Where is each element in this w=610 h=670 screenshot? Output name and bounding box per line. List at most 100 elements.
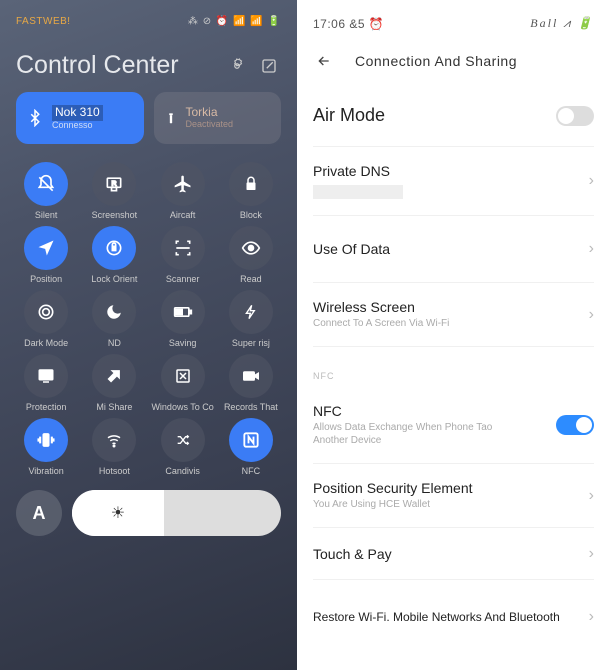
page-title: Control Center	[16, 51, 217, 80]
touch-pay-row[interactable]: Touch & Pay ›	[313, 528, 594, 580]
nfc-category: NFC	[297, 347, 610, 387]
battery-icon	[161, 290, 205, 334]
toggle-label: Position	[30, 274, 62, 284]
eye-icon	[229, 226, 273, 270]
edit-icon[interactable]	[257, 54, 281, 78]
position-security-row[interactable]: Position Security Element You Are Using …	[313, 464, 594, 528]
toggle-mi-share[interactable]: Mi Share	[82, 354, 146, 412]
settings-icon[interactable]	[225, 54, 249, 78]
torch-icon	[164, 109, 178, 127]
wireless-sub: Connect To A Screen Via Wi-Fi	[313, 317, 449, 330]
bolt-icon	[229, 290, 273, 334]
restore-label: Restore Wi-Fi. Mobile Networks And Bluet…	[313, 610, 560, 624]
chevron-right-icon: ›	[589, 306, 594, 324]
toggle-records-that[interactable]: Records That	[219, 354, 283, 412]
toggle-label: NFC	[242, 466, 261, 476]
bluetooth-icon	[26, 109, 44, 127]
private-dns-row[interactable]: Private DNS ›	[313, 147, 594, 216]
share-icon	[92, 354, 136, 398]
touch-pay-label: Touch & Pay	[313, 546, 392, 562]
nav-header: Connection And Sharing	[297, 35, 610, 93]
toggle-label: Scanner	[166, 274, 200, 284]
toggle-label: Aircaft	[170, 210, 196, 220]
toggle-label: Silent	[35, 210, 58, 220]
nfc-icon	[229, 418, 273, 462]
bell-slash-icon	[24, 162, 68, 206]
toggle-screenshot[interactable]: R Screenshot	[82, 162, 146, 220]
screenshot-icon: R	[92, 162, 136, 206]
camera-icon	[229, 354, 273, 398]
location-icon	[24, 226, 68, 270]
bluetooth-sub: Connesso	[52, 121, 103, 131]
air-mode-row[interactable]: Air Mode	[313, 93, 594, 147]
toggle-label: Hotsoot	[99, 466, 130, 476]
toggle-position[interactable]: Position	[14, 226, 78, 284]
back-icon[interactable]	[313, 53, 335, 69]
pos-sec-label: Position Security Element	[313, 480, 473, 496]
svg-text:R: R	[112, 181, 117, 188]
toggle-label: Records That	[224, 402, 278, 412]
air-mode-switch[interactable]	[556, 106, 594, 126]
nfc-sub: Allows Data Exchange When Phone Tao Anot…	[313, 421, 523, 447]
toggle-hotsoot[interactable]: Hotsoot	[82, 418, 146, 476]
chevron-right-icon: ›	[589, 172, 594, 190]
wifi-icon	[92, 418, 136, 462]
toggle-label: Lock Orient	[91, 274, 137, 284]
toggle-label: Vibration	[28, 466, 63, 476]
toggle-read[interactable]: Read	[219, 226, 283, 284]
moon-icon	[92, 290, 136, 334]
screen-icon	[24, 354, 68, 398]
control-center-panel: FASTWEB! ⁂ ⊘ ⏰ 📶 📶 🔋 Control Center Nok …	[0, 0, 297, 670]
toggle-vibration[interactable]: Vibration	[14, 418, 78, 476]
font-size-button[interactable]: A	[16, 490, 62, 536]
toggle-nd[interactable]: ND	[82, 290, 146, 348]
chevron-right-icon: ›	[589, 545, 594, 563]
toggle-label: Mi Share	[96, 402, 132, 412]
toggle-super-risj[interactable]: Super risj	[219, 290, 283, 348]
toggle-windows-to-co[interactable]: Windows To Co	[151, 354, 215, 412]
toggle-label: ND	[108, 338, 121, 348]
toggle-label: Block	[240, 210, 262, 220]
lock-orient-icon	[92, 226, 136, 270]
toggles-grid: Silent R Screenshot Aircaft Block Position Loc…	[0, 158, 297, 476]
bluetooth-title: Nok 310	[52, 105, 103, 120]
bottom-controls: A ☀	[0, 476, 297, 536]
scanner-icon	[161, 226, 205, 270]
toggle-aircaft[interactable]: Aircaft	[151, 162, 215, 220]
private-dns-label: Private DNS	[313, 163, 403, 179]
nfc-label: NFC	[313, 403, 523, 419]
settings-panel: 17:06 &5 ⏰ Ball ⩘ 🔋 Connection And Shari…	[297, 0, 610, 670]
bluetooth-tile[interactable]: Nok 310 Connesso	[16, 92, 144, 144]
vibrate-icon	[24, 418, 68, 462]
quick-tiles: Nok 310 Connesso Torkia Deactivated	[0, 92, 297, 158]
brightness-slider[interactable]: ☀	[72, 490, 281, 536]
toggle-scanner[interactable]: Scanner	[151, 226, 215, 284]
dark-icon	[24, 290, 68, 334]
toggle-block[interactable]: Block	[219, 162, 283, 220]
toggle-silent[interactable]: Silent	[14, 162, 78, 220]
torch-tile[interactable]: Torkia Deactivated	[154, 92, 282, 144]
toggle-label: Protection	[26, 402, 67, 412]
carrier-label: FASTWEB!	[16, 16, 71, 27]
use-of-data-row[interactable]: Use Of Data ›	[313, 216, 594, 283]
toggle-protection[interactable]: Protection	[14, 354, 78, 412]
toggle-label: Read	[240, 274, 262, 284]
air-mode-label: Air Mode	[313, 105, 385, 126]
nfc-row[interactable]: NFC Allows Data Exchange When Phone Tao …	[313, 387, 594, 464]
toggle-lock-orient[interactable]: Lock Orient	[82, 226, 146, 284]
status-right: Ball ⩘ 🔋	[530, 16, 594, 31]
status-icons: ⁂ ⊘ ⏰ 📶 📶 🔋	[188, 16, 281, 27]
toggle-label: Dark Mode	[24, 338, 68, 348]
shuffle-icon	[161, 418, 205, 462]
toggle-label: Screenshot	[92, 210, 138, 220]
toggle-label: Candivis	[165, 466, 200, 476]
restore-row[interactable]: Restore Wi-Fi. Mobile Networks And Bluet…	[313, 580, 594, 642]
toggle-dark-mode[interactable]: Dark Mode	[14, 290, 78, 348]
wireless-screen-row[interactable]: Wireless Screen Connect To A Screen Via …	[313, 283, 594, 347]
toggle-label: Super risj	[232, 338, 270, 348]
toggle-nfc[interactable]: NFC	[219, 418, 283, 476]
toggle-saving[interactable]: Saving	[151, 290, 215, 348]
chevron-right-icon: ›	[589, 240, 594, 258]
toggle-candivis[interactable]: Candivis	[151, 418, 215, 476]
nfc-switch[interactable]	[556, 415, 594, 435]
